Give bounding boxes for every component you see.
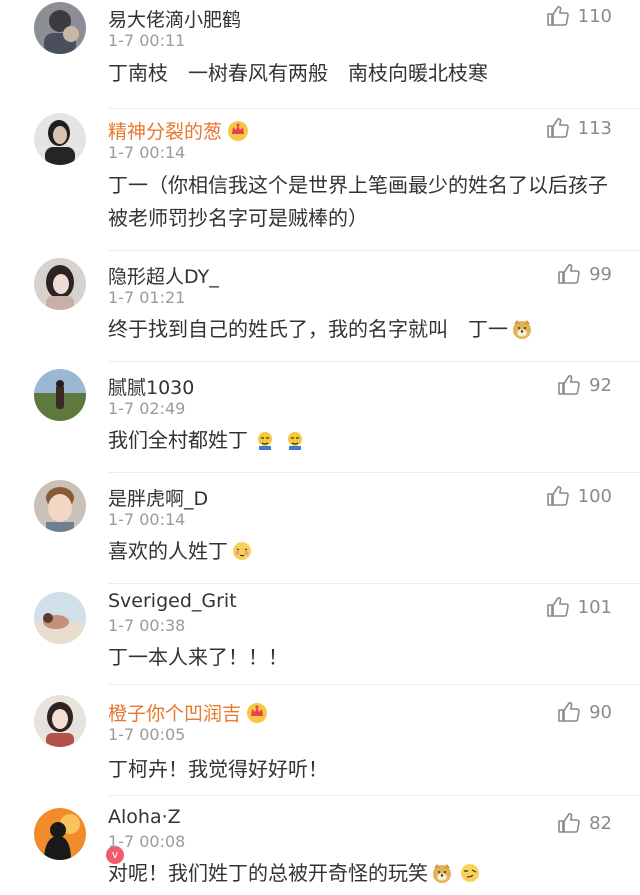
comment-text: 对呢！我们姓丁的总被开奇怪的玩笑 <box>108 857 620 890</box>
comment-list: 易大佬滴小肥鹤 1-7 00:11 丁南枝 一树春风有两般 南枝向暖北枝寒 11… <box>0 0 640 895</box>
timestamp: 1-7 00:38 <box>108 616 186 635</box>
username[interactable]: 精神分裂的葱 <box>108 117 250 144</box>
tears-emoji <box>288 432 302 450</box>
like-button[interactable]: 101 <box>546 595 612 619</box>
timestamp: 1-7 00:05 <box>108 725 186 744</box>
like-button[interactable]: 100 <box>546 484 612 508</box>
like-button[interactable]: 110 <box>546 4 612 28</box>
comment-item: 隐形超人DY_ 1-7 01:21 终于找到自己的姓氏了，我的名字就叫 丁一 9… <box>0 251 640 362</box>
smirk-emoji <box>461 864 479 882</box>
like-button[interactable]: 82 <box>557 811 612 835</box>
username[interactable]: 腻腻1030 <box>108 373 194 400</box>
avatar[interactable] <box>34 258 86 310</box>
timestamp: 1-7 00:11 <box>108 31 186 50</box>
like-count: 99 <box>589 263 612 285</box>
username[interactable]: 橙子你个凹润吉 <box>108 699 269 726</box>
tears-emoji <box>258 432 272 450</box>
avatar[interactable] <box>34 592 86 644</box>
timestamp: 1-7 01:21 <box>108 288 186 307</box>
doge-emoji <box>513 320 531 339</box>
thumbs-up-icon <box>546 597 569 617</box>
like-button[interactable]: 99 <box>557 262 612 286</box>
like-button[interactable]: 92 <box>557 373 612 397</box>
like-count: 90 <box>589 701 612 723</box>
timestamp: 1-7 00:08 <box>108 832 186 851</box>
like-count: 113 <box>577 117 612 139</box>
thumbs-up-icon <box>546 6 569 26</box>
username[interactable]: 易大佬滴小肥鹤 <box>108 5 241 32</box>
timestamp: 1-7 00:14 <box>108 143 186 162</box>
thumbs-up-icon <box>546 486 569 506</box>
avatar[interactable] <box>34 695 86 747</box>
timestamp: 1-7 00:14 <box>108 510 186 529</box>
comment-text: 丁柯卉！我觉得好好听！ <box>108 757 328 781</box>
avatar[interactable] <box>34 113 86 165</box>
username[interactable]: 隐形超人DY_ <box>108 262 219 289</box>
like-count: 101 <box>577 596 612 618</box>
comment-text: 喜欢的人姓丁 <box>108 535 620 568</box>
username[interactable]: 是胖虎啊_D <box>108 484 208 511</box>
thumbs-up-icon <box>558 702 580 722</box>
timestamp: 1-7 02:49 <box>108 399 186 418</box>
vip-crown-icon <box>228 121 249 141</box>
comment-text: 丁南枝 一树春风有两般 南枝向暖北枝寒 <box>108 61 488 85</box>
like-button[interactable]: 90 <box>557 700 612 724</box>
comment-text: 终于找到自己的姓氏了，我的名字就叫 丁一 <box>108 313 620 346</box>
username[interactable]: Sveriged_Grit <box>108 590 237 612</box>
like-count: 100 <box>577 485 612 507</box>
comment-item: Sveriged_Grit 1-7 00:38 丁一本人来了！！！ 101 <box>0 584 640 685</box>
thumbs-up-icon <box>558 264 580 284</box>
comment-text: 丁一（你相信我这个是世界上笔画最少的姓名了以后孩子被老师罚抄名字可是贼棒的） <box>108 173 608 230</box>
like-count: 110 <box>577 5 612 27</box>
vip-crown-icon <box>247 703 268 723</box>
comment-text: 丁一本人来了！！！ <box>108 645 288 669</box>
comment-item: 橙子你个凹润吉 1-7 00:05 丁柯卉！我觉得好好听！ 90 <box>0 685 640 796</box>
shy-emoji <box>233 542 251 560</box>
comment-item: 精神分裂的葱 1-7 00:14 丁一（你相信我这个是世界上笔画最少的姓名了以后… <box>0 109 640 251</box>
thumbs-up-icon <box>558 813 580 833</box>
avatar[interactable] <box>34 369 86 421</box>
like-button[interactable]: 113 <box>546 116 612 140</box>
comment-item: 易大佬滴小肥鹤 1-7 00:11 丁南枝 一树春风有两般 南枝向暖北枝寒 11… <box>0 0 640 109</box>
thumbs-up-icon <box>558 375 580 395</box>
avatar[interactable] <box>34 480 86 532</box>
doge-emoji <box>433 864 451 883</box>
avatar[interactable]: v <box>34 808 126 866</box>
comment-text: 我们全村都姓丁 <box>108 424 620 457</box>
thumbs-up-icon <box>546 118 569 138</box>
like-count: 92 <box>589 374 612 396</box>
username[interactable]: Aloha·Z <box>108 806 181 828</box>
avatar[interactable] <box>34 2 86 54</box>
like-count: 82 <box>589 812 612 834</box>
comment-item: 腻腻1030 1-7 02:49 我们全村都姓丁 92 <box>0 362 640 473</box>
comment-item: v Aloha·Z 1-7 00:08 对呢！我们姓丁的总被开奇怪的玩笑 82 <box>0 796 640 895</box>
comment-item: 是胖虎啊_D 1-7 00:14 喜欢的人姓丁 100 <box>0 473 640 584</box>
